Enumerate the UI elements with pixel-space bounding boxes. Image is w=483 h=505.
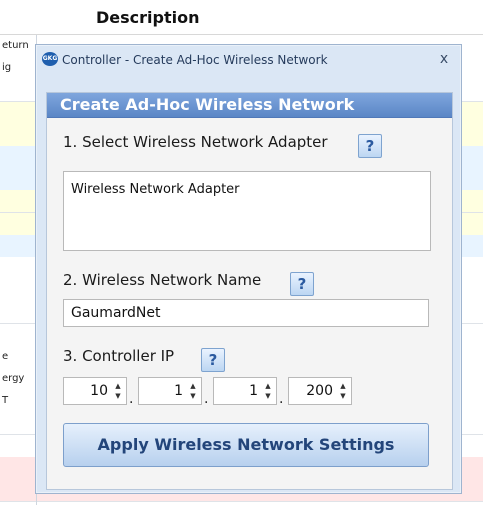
- background-table-header: Description: [0, 0, 483, 35]
- ip-octet-1-stepper[interactable]: 10 ▲ ▼: [63, 377, 127, 405]
- adapter-listbox[interactable]: Wireless Network Adapter: [63, 171, 431, 251]
- dialog-content: Create Ad-Hoc Wireless Network 1. Select…: [46, 92, 453, 490]
- background-cell-text: ergy: [2, 373, 25, 384]
- select-adapter-label: 1. Select Wireless Network Adapter: [63, 133, 328, 151]
- ip-octet-1-value: 10: [90, 383, 108, 399]
- background-cell-text: eturn: [2, 40, 29, 51]
- background-cell-text: e: [2, 350, 9, 362]
- network-name-label: 2. Wireless Network Name: [63, 271, 262, 289]
- ip-octet-4-stepper[interactable]: 200 ▲ ▼: [288, 377, 352, 405]
- background-cell-text: T: [2, 395, 9, 407]
- column-header-description: Description: [96, 8, 200, 27]
- spin-arrows-icon[interactable]: ▲ ▼: [338, 381, 348, 401]
- background-cell-text: ig: [2, 62, 12, 74]
- select-adapter-help-button[interactable]: ?: [358, 134, 382, 158]
- app-logo-icon: GKG: [42, 52, 58, 66]
- ip-separator: .: [129, 391, 134, 407]
- content-header: Create Ad-Hoc Wireless Network: [47, 93, 452, 118]
- spin-arrows-icon[interactable]: ▲ ▼: [263, 381, 273, 401]
- ip-octet-3-stepper[interactable]: 1 ▲ ▼: [213, 377, 277, 405]
- dialog-title: Controller - Create Ad-Hoc Wireless Netw…: [62, 53, 328, 67]
- spin-arrows-icon[interactable]: ▲ ▼: [188, 381, 198, 401]
- ip-octet-2-value: 1: [174, 383, 183, 399]
- close-button[interactable]: x: [434, 49, 454, 69]
- create-adhoc-dialog: GKG Controller - Create Ad-Hoc Wireless …: [35, 44, 462, 494]
- ip-octet-4-value: 200: [306, 383, 333, 399]
- apply-settings-button[interactable]: Apply Wireless Network Settings: [63, 423, 429, 467]
- spin-arrows-icon[interactable]: ▲ ▼: [113, 381, 123, 401]
- dialog-titlebar: GKG Controller - Create Ad-Hoc Wireless …: [36, 45, 461, 75]
- network-name-help-button[interactable]: ?: [290, 272, 314, 296]
- content-header-title: Create Ad-Hoc Wireless Network: [60, 95, 355, 114]
- network-name-input[interactable]: GaumardNet: [63, 299, 429, 327]
- adapter-list-item[interactable]: Wireless Network Adapter: [71, 182, 240, 197]
- ip-octet-3-value: 1: [249, 383, 258, 399]
- ip-separator: .: [279, 391, 284, 407]
- controller-ip-label: 3. Controller IP: [63, 347, 175, 365]
- ip-octet-2-stepper[interactable]: 1 ▲ ▼: [138, 377, 202, 405]
- controller-ip-help-button[interactable]: ?: [201, 348, 225, 372]
- ip-separator: .: [204, 391, 209, 407]
